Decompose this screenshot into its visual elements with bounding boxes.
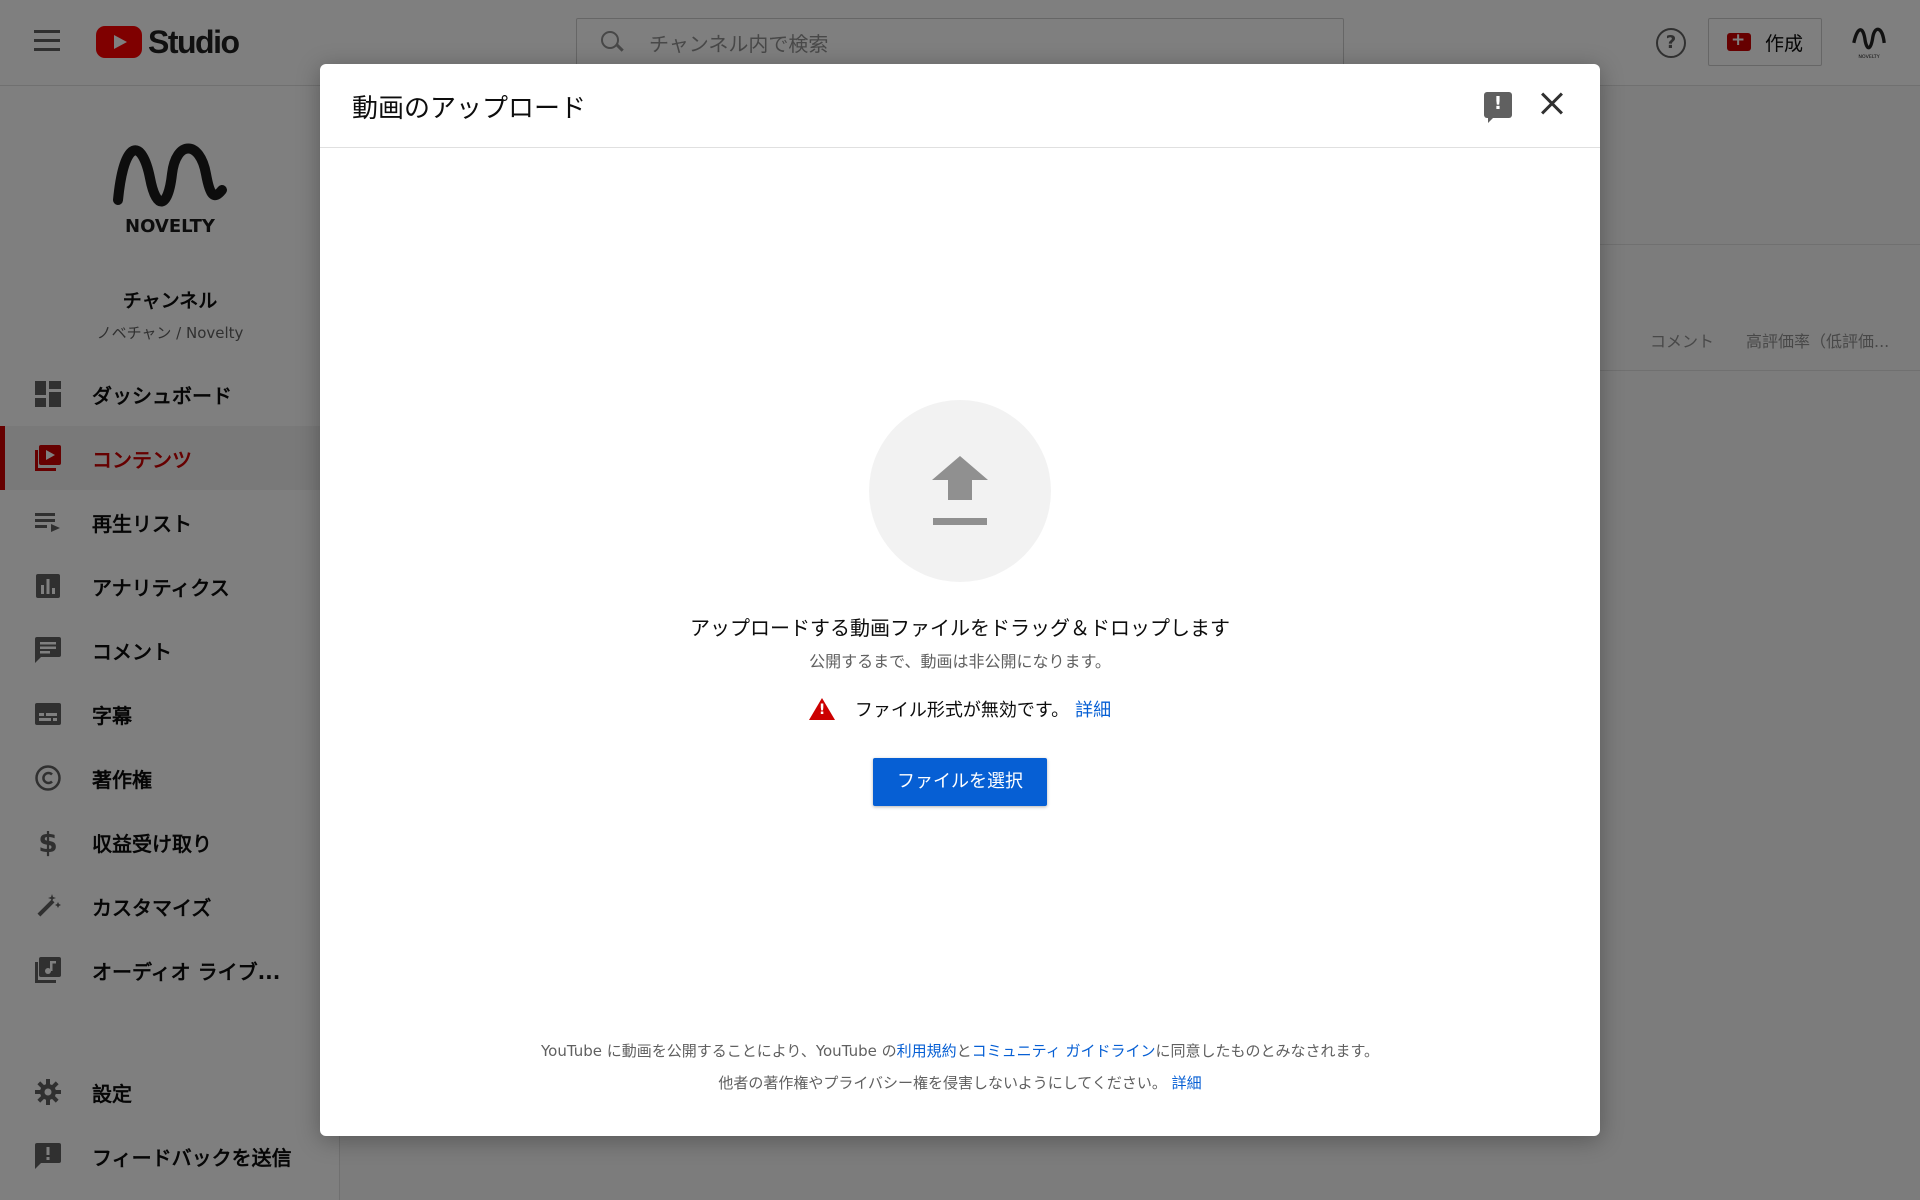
upload-icon (932, 456, 988, 528)
close-icon[interactable] (1536, 88, 1568, 120)
copyright-details-link[interactable]: 詳細 (1172, 1074, 1202, 1092)
error-message: ファイル形式が無効です。 詳細 (320, 696, 1600, 722)
error-text: ファイル形式が無効です。 (854, 700, 1070, 721)
select-files-button[interactable]: ファイルを選択 (873, 758, 1047, 806)
upload-dialog: 動画のアップロード ! アップロードする動画ファイルをドラッグ＆ドロップします … (320, 64, 1600, 1136)
drop-instructions: アップロードする動画ファイルをドラッグ＆ドロップします (690, 616, 1230, 640)
copyright-notice: 他者の著作権やプライバシー権を侵害しないようにしてください。 詳細 (320, 1072, 1600, 1093)
community-guidelines-link[interactable]: コミュニティ ガイドライン (972, 1042, 1156, 1060)
terms-text-start: YouTube に動画を公開することにより、YouTube の (540, 1042, 897, 1060)
error-details-link[interactable]: 詳細 (1075, 696, 1111, 722)
upload-drop-zone[interactable] (869, 400, 1051, 582)
terms-of-service-link[interactable]: 利用規約 (897, 1042, 957, 1060)
dialog-title: 動画のアップロード (352, 94, 587, 124)
report-feedback-icon[interactable]: ! (1484, 92, 1512, 123)
terms-notice: YouTube に動画を公開することにより、YouTube の利用規約とコミュニ… (320, 1040, 1600, 1061)
privacy-note: 公開するまで、動画は非公開になります。 (809, 652, 1111, 671)
dialog-header: 動画のアップロード ! (320, 64, 1600, 148)
copyright-text: 他者の著作権やプライバシー権を侵害しないようにしてください。 (718, 1074, 1167, 1092)
warning-icon (808, 698, 835, 720)
terms-text-and: と (956, 1042, 972, 1060)
terms-text-end: に同意したものとみなされます。 (1155, 1042, 1380, 1060)
